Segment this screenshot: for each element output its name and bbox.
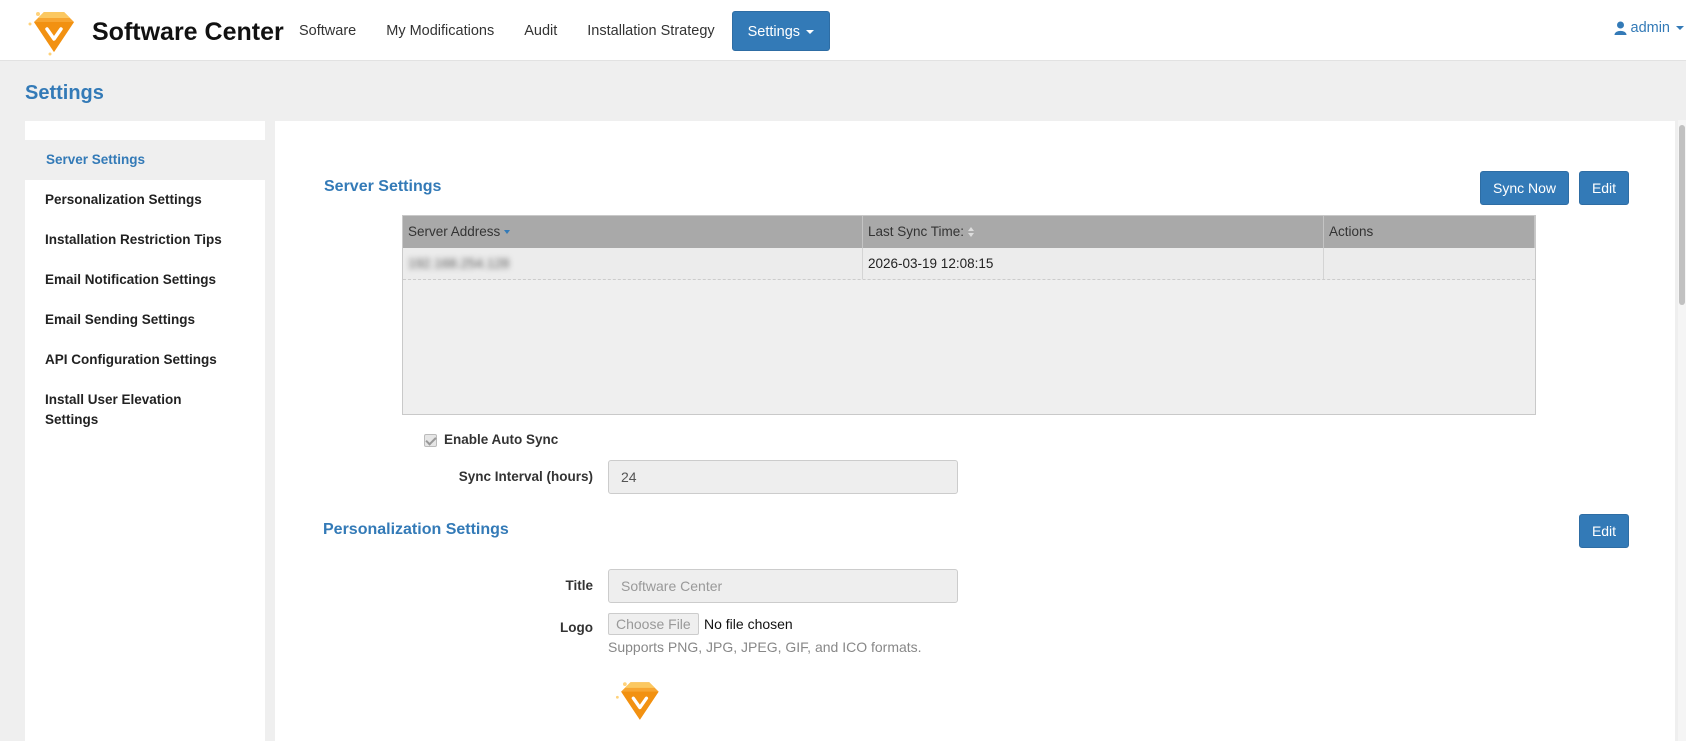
cell-server-address: 192.168.254.128 xyxy=(403,248,863,279)
page-title: Settings xyxy=(25,82,104,104)
sidebar-item-api-configuration-settings[interactable]: API Configuration Settings xyxy=(25,340,265,380)
server-address-value: 192.168.254.128 xyxy=(408,256,510,271)
sidebar-item-email-sending-settings[interactable]: Email Sending Settings xyxy=(25,300,265,340)
enable-auto-sync-label: Enable Auto Sync xyxy=(444,432,559,447)
choose-file-button[interactable]: Choose File xyxy=(608,613,699,635)
table-row[interactable]: 192.168.254.128 2026-03-19 12:08:15 xyxy=(403,248,1535,280)
cell-last-sync-time: 2026-03-19 12:08:15 xyxy=(863,248,1324,279)
sync-interval-input[interactable]: 24 xyxy=(608,460,958,494)
sidebar-item-install-user-elevation-settings[interactable]: Install User Elevation Settings xyxy=(25,380,225,440)
column-header-last-sync-time[interactable]: Last Sync Time: xyxy=(863,216,1324,248)
column-label: Server Address xyxy=(408,224,501,239)
sidebar-item-personalization-settings[interactable]: Personalization Settings xyxy=(25,180,265,220)
user-icon xyxy=(1614,21,1626,35)
settings-sidebar: Server Settings Personalization Settings… xyxy=(25,121,265,741)
title-field-label: Title xyxy=(565,578,593,593)
sidebar-item-email-notification-settings[interactable]: Email Notification Settings xyxy=(25,260,265,300)
table-header: Server Address Last Sync Time: Actions xyxy=(403,216,1535,248)
server-edit-button[interactable]: Edit xyxy=(1579,171,1629,205)
nav-software[interactable]: Software xyxy=(284,11,371,51)
logo-formats-hint: Supports PNG, JPG, JPEG, GIF, and ICO fo… xyxy=(608,639,922,655)
nav-installation-strategy[interactable]: Installation Strategy xyxy=(572,11,729,51)
title-input[interactable]: Software Center xyxy=(608,569,958,603)
scrollbar-thumb[interactable] xyxy=(1679,125,1685,305)
no-file-chosen-text: No file chosen xyxy=(704,616,793,632)
column-header-actions: Actions xyxy=(1324,216,1535,248)
main-nav: Software My Modifications Audit Installa… xyxy=(284,11,831,51)
username: admin xyxy=(1630,20,1671,36)
column-header-server-address[interactable]: Server Address xyxy=(403,216,863,248)
user-menu[interactable]: admin xyxy=(1614,20,1684,36)
top-navbar: Software Center Software My Modification… xyxy=(0,0,1686,61)
server-settings-title: Server Settings xyxy=(324,178,442,195)
sidebar-item-server-settings[interactable]: Server Settings xyxy=(25,140,265,180)
diamond-logo-icon xyxy=(28,12,74,56)
caret-down-icon xyxy=(806,30,815,35)
cell-actions xyxy=(1324,248,1535,279)
sort-desc-icon xyxy=(504,230,511,235)
brand[interactable]: Software Center xyxy=(20,4,284,60)
sidebar-item-installation-restriction-tips[interactable]: Installation Restriction Tips xyxy=(25,220,265,260)
logo-field-label: Logo xyxy=(560,620,593,635)
personalization-settings-title: Personalization Settings xyxy=(323,521,509,538)
nav-audit[interactable]: Audit xyxy=(509,11,572,51)
caret-down-icon xyxy=(1676,26,1684,30)
logo-preview-icon xyxy=(615,682,659,720)
sync-now-button[interactable]: Sync Now xyxy=(1480,171,1569,205)
app-title: Software Center xyxy=(92,17,284,46)
nav-settings-dropdown[interactable]: Settings xyxy=(731,11,831,51)
enable-auto-sync-checkbox[interactable] xyxy=(424,434,437,447)
sync-interval-label: Sync Interval (hours) xyxy=(458,469,593,484)
personalization-edit-button[interactable]: Edit xyxy=(1579,514,1629,548)
nav-settings-label: Settings xyxy=(747,24,801,40)
column-label: Last Sync Time: xyxy=(868,224,965,239)
sort-icon xyxy=(968,227,975,238)
server-table: Server Address Last Sync Time: Actions 1… xyxy=(402,215,1536,415)
nav-my-modifications[interactable]: My Modifications xyxy=(371,11,509,51)
settings-main-panel: Server Settings Sync Now Edit Server Add… xyxy=(275,121,1675,741)
